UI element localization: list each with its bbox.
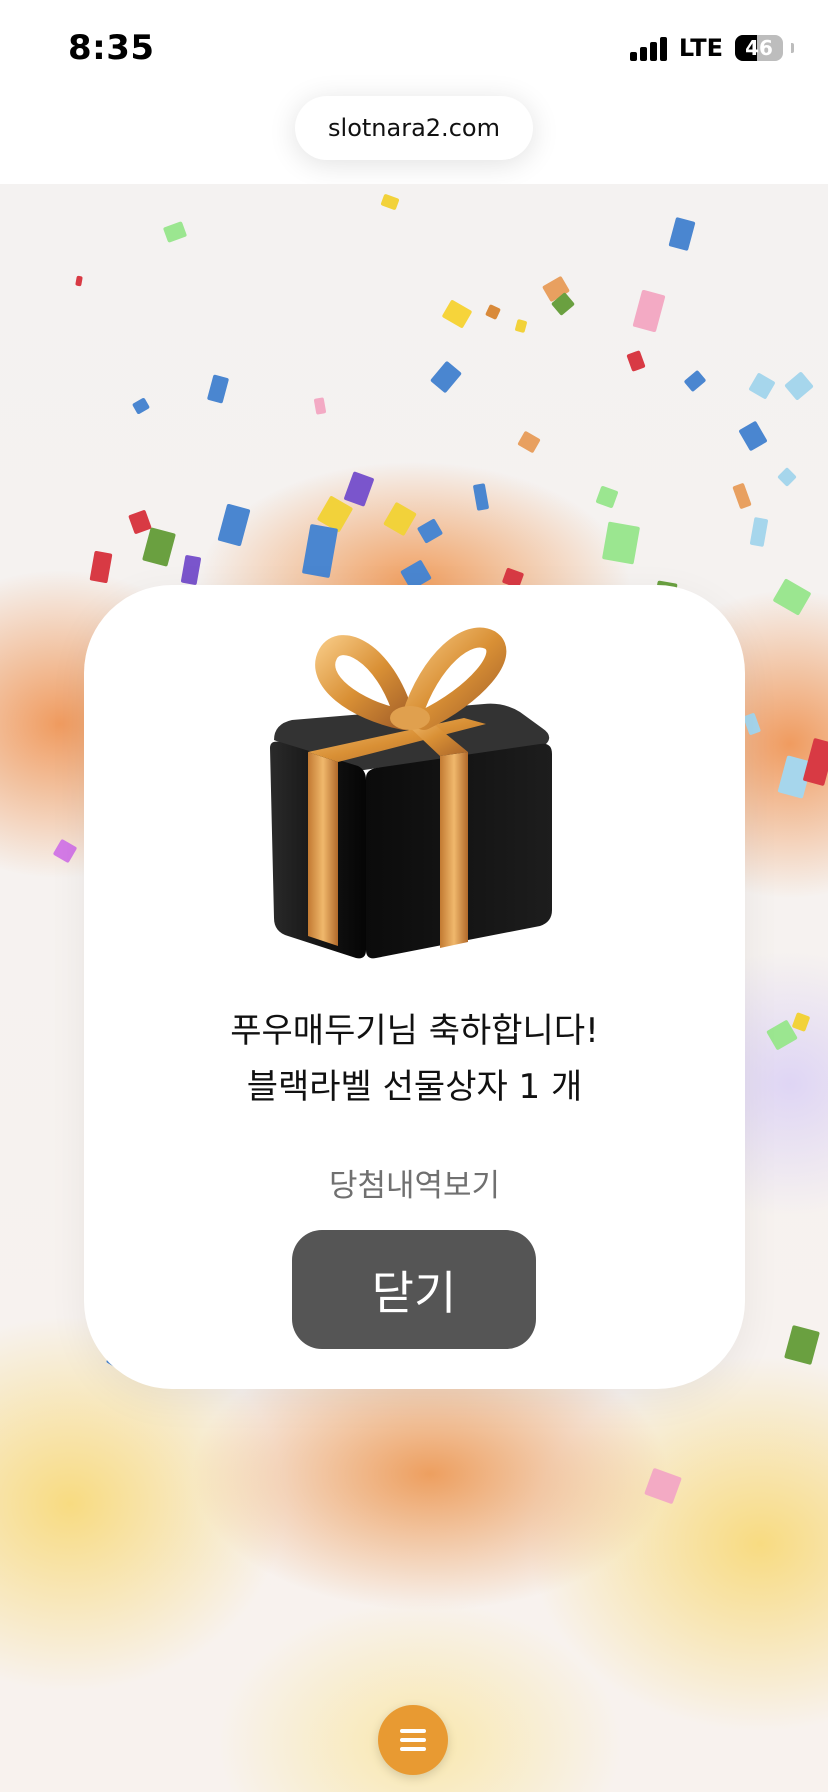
confetti-piece	[142, 527, 176, 567]
view-winning-history-link[interactable]: 당첨내역보기	[84, 1160, 745, 1205]
battery-nub	[791, 43, 794, 53]
congratulations-text: 푸우매두기님 축하합니다!	[230, 1011, 599, 1051]
hamburger-menu-icon	[400, 1729, 426, 1751]
confetti-piece	[595, 485, 619, 509]
confetti-piece	[416, 518, 444, 544]
confetti-piece	[777, 467, 797, 487]
menu-button[interactable]	[378, 1705, 448, 1775]
confetti-piece	[749, 516, 769, 548]
confetti-piece	[784, 371, 814, 401]
gift-box-icon	[254, 620, 574, 960]
confetti-piece	[791, 1012, 811, 1032]
confetti-piece	[514, 318, 528, 334]
confetti-piece	[772, 578, 812, 616]
status-indicators: LTE 46	[629, 34, 794, 62]
confetti-piece	[301, 523, 339, 579]
confetti-piece	[748, 372, 776, 400]
confetti-piece	[644, 1467, 682, 1505]
confetti-piece	[742, 712, 762, 736]
url-bar[interactable]: slotnara2.com	[295, 96, 533, 160]
confetti-piece	[380, 193, 400, 211]
confetti-piece	[75, 275, 83, 287]
confetti-piece	[128, 509, 152, 535]
confetti-piece	[206, 374, 230, 404]
confetti-piece	[784, 1324, 820, 1366]
confetti-piece	[485, 304, 501, 320]
confetti-piece	[517, 430, 541, 454]
confetti-piece	[732, 482, 752, 510]
confetti-piece	[441, 299, 473, 329]
confetti-piece	[180, 554, 202, 586]
confetti-piece	[217, 503, 251, 547]
confetti-piece	[632, 289, 666, 333]
confetti-piece	[668, 216, 696, 252]
confetti-piece	[383, 501, 417, 537]
browser-url-area: slotnara2.com	[0, 96, 828, 184]
prize-modal: 푸우매두기님 축하합니다! 블랙라벨 선물상자 1 개 당첨내역보기 닫기	[84, 585, 745, 1389]
close-button[interactable]: 닫기	[292, 1230, 536, 1349]
battery-level: 46	[745, 36, 773, 60]
confetti-piece	[52, 838, 78, 864]
confetti-piece	[162, 221, 188, 243]
network-type: LTE	[678, 34, 723, 62]
signal-icon	[629, 35, 667, 61]
confetti-piece	[429, 360, 463, 394]
confetti-piece	[738, 420, 768, 452]
confetti-piece	[313, 397, 327, 415]
confetti-piece	[131, 397, 151, 415]
confetti-piece	[802, 737, 828, 787]
confetti-piece	[601, 521, 641, 565]
battery-icon: 46	[735, 35, 783, 61]
prize-text: 블랙라벨 선물상자 1 개	[246, 1067, 583, 1107]
confetti-piece	[89, 550, 113, 584]
confetti-piece	[626, 350, 646, 372]
confetti-piece	[683, 369, 707, 393]
status-bar: 8:35 LTE 46	[0, 0, 828, 96]
confetti-piece	[343, 471, 375, 507]
status-time: 8:35	[68, 28, 155, 68]
confetti-piece	[472, 483, 490, 511]
